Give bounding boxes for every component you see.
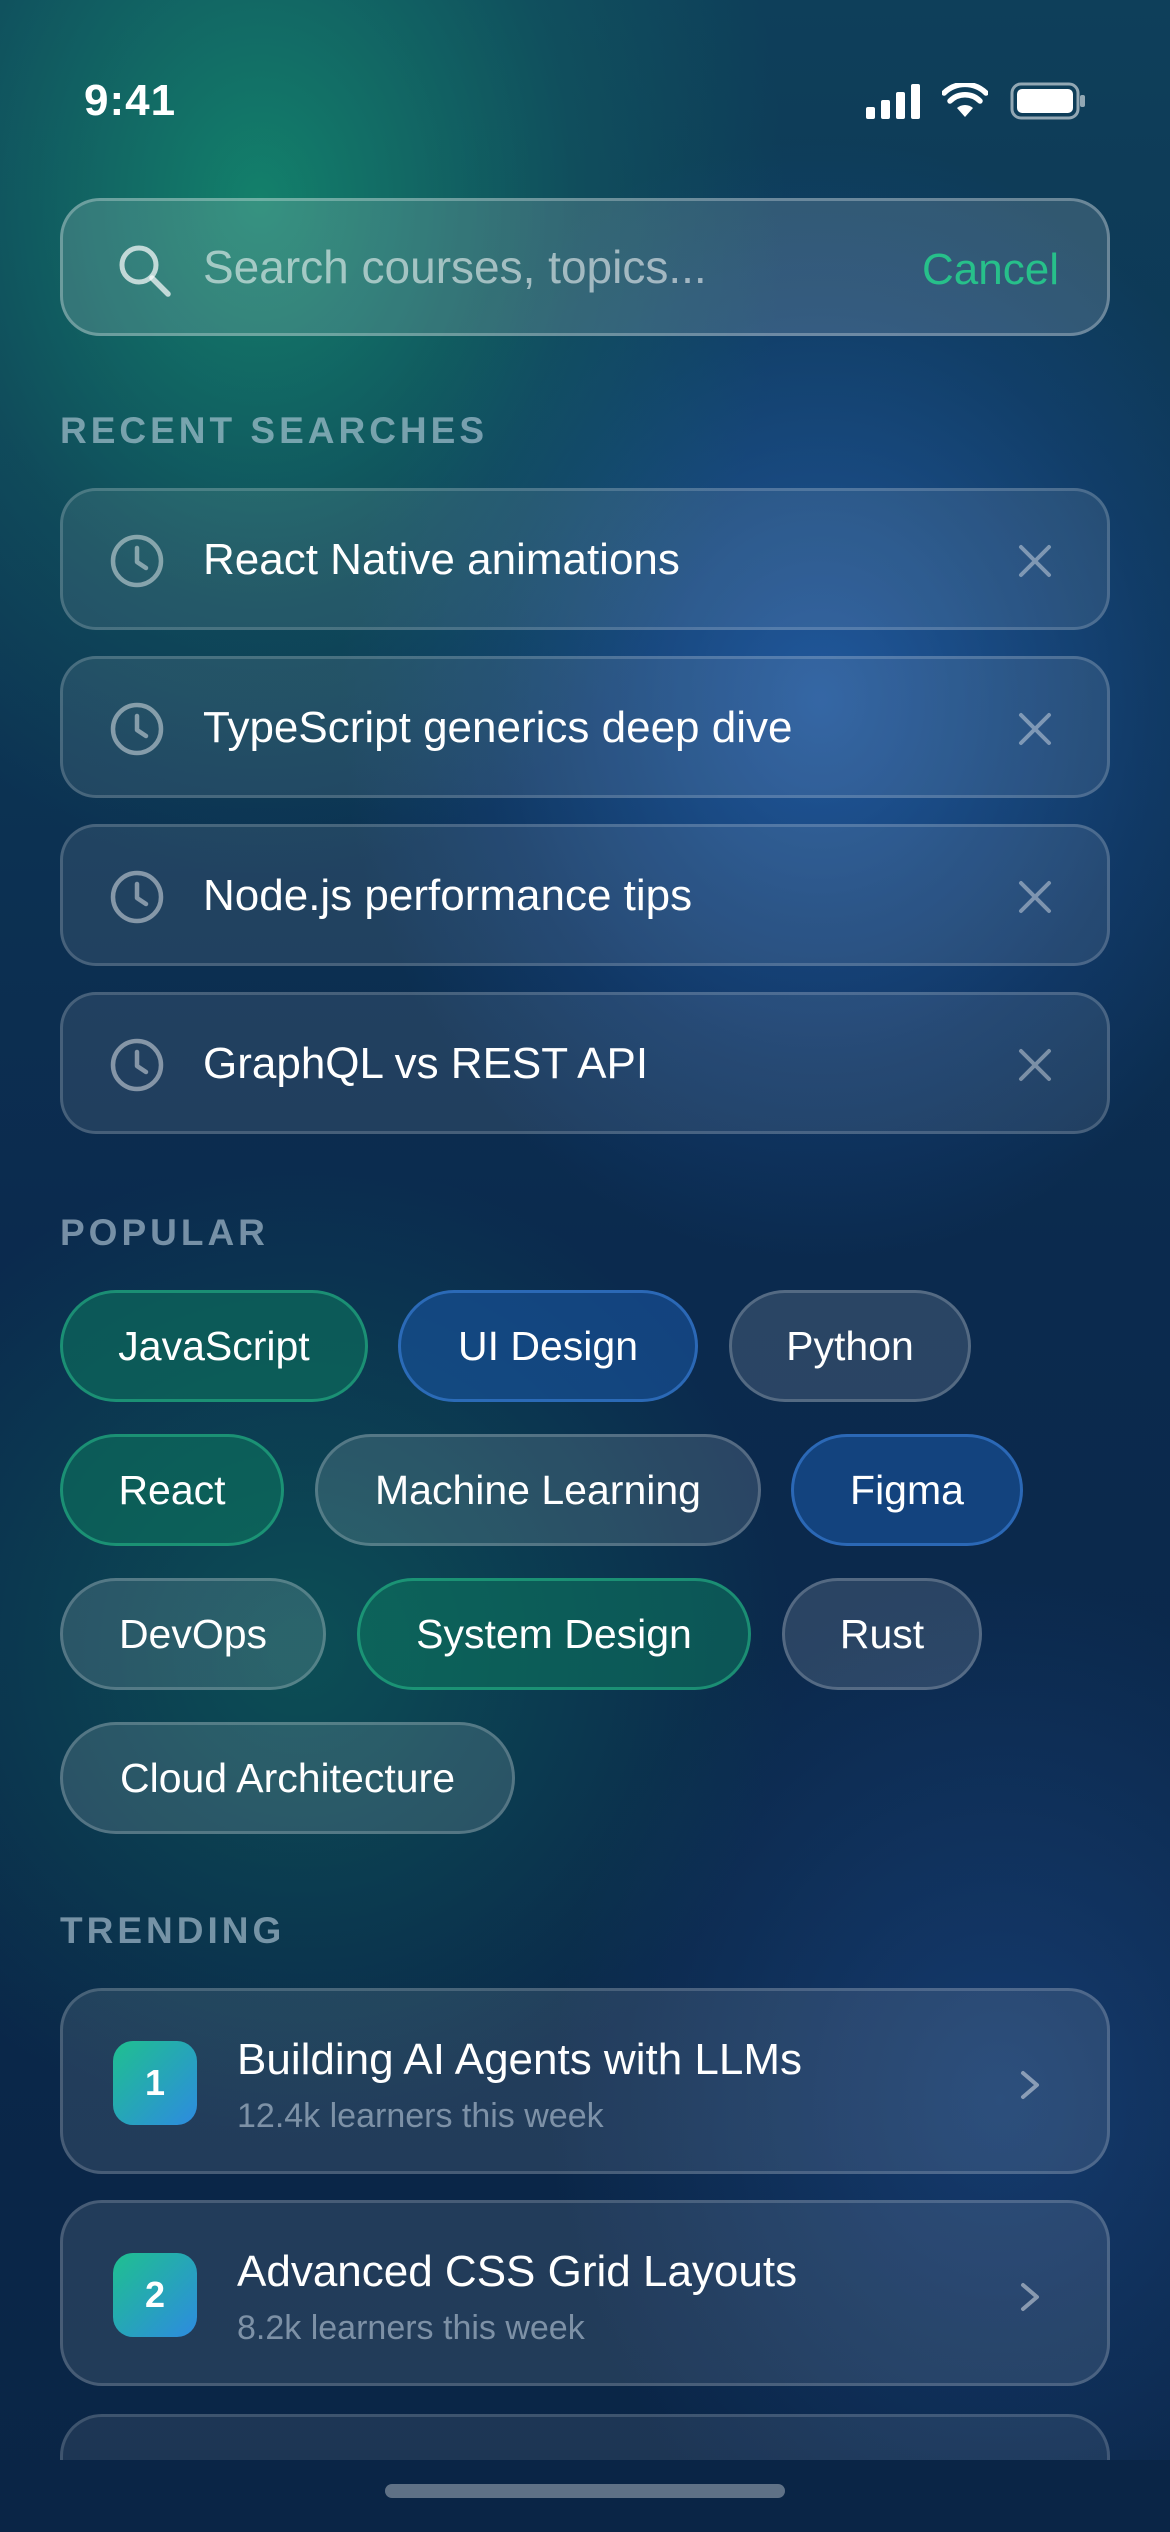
rank-badge: 2 (113, 2253, 197, 2337)
chip-ui-design[interactable]: UI Design (398, 1290, 698, 1402)
popular-title: POPULAR (60, 1212, 269, 1253)
recent-search-item[interactable]: GraphQL vs REST API (60, 992, 1110, 1134)
chip-devops[interactable]: DevOps (60, 1578, 326, 1690)
recent-search-label: React Native animations (203, 535, 680, 584)
trending-item[interactable]: 1 Building AI Agents with LLMs 12.4k lea… (60, 1988, 1110, 2174)
trending-item-title: Building AI Agents with LLMs (237, 2035, 802, 2084)
search-icon (119, 245, 171, 297)
trending-item-subtitle: 8.2k learners this week (237, 2309, 585, 2347)
chevron-right-icon (1021, 2283, 1039, 2311)
recent-search-item[interactable]: Node.js performance tips (60, 824, 1110, 966)
chip-machine-learning[interactable]: Machine Learning (315, 1434, 761, 1546)
clock-icon (110, 534, 164, 588)
chip-python[interactable]: Python (729, 1290, 971, 1402)
close-icon[interactable] (1015, 877, 1055, 917)
search-input[interactable] (203, 201, 903, 333)
chevron-right-icon (1021, 2071, 1039, 2099)
signal-icon (866, 83, 920, 119)
trending-item-title: Advanced CSS Grid Layouts (237, 2247, 798, 2296)
recent-search-label: Node.js performance tips (203, 871, 693, 920)
recent-search-label: GraphQL vs REST API (203, 1039, 649, 1088)
chip-figma[interactable]: Figma (791, 1434, 1023, 1546)
chip-javascript[interactable]: JavaScript (60, 1290, 368, 1402)
recent-search-item[interactable]: React Native animations (60, 488, 1110, 630)
recent-search-label: TypeScript generics deep dive (203, 703, 793, 752)
cancel-button[interactable]: Cancel (922, 245, 1059, 295)
close-icon[interactable] (1015, 709, 1055, 749)
search-bar[interactable]: Cancel (60, 198, 1110, 336)
status-time: 9:41 (84, 76, 177, 125)
chip-cloud-architecture[interactable]: Cloud Architecture (60, 1722, 515, 1834)
recent-search-item[interactable]: TypeScript generics deep dive (60, 656, 1110, 798)
home-indicator[interactable] (385, 2484, 785, 2498)
chip-rust[interactable]: Rust (782, 1578, 982, 1690)
rank-badge: 1 (113, 2041, 197, 2125)
close-icon[interactable] (1015, 541, 1055, 581)
clock-icon (110, 870, 164, 924)
recent-searches-title: RECENT SEARCHES (60, 410, 488, 451)
status-bar: 9:41 (0, 0, 1170, 200)
clock-icon (110, 702, 164, 756)
clock-icon (110, 1038, 164, 1092)
status-icons (866, 82, 1086, 120)
battery-icon (1010, 82, 1085, 120)
chip-react[interactable]: React (60, 1434, 284, 1546)
trending-title: TRENDING (60, 1910, 286, 1951)
wifi-icon (942, 83, 988, 117)
close-icon[interactable] (1015, 1045, 1055, 1085)
trending-item[interactable]: 2 Advanced CSS Grid Layouts 8.2k learner… (60, 2200, 1110, 2386)
trending-item-subtitle: 12.4k learners this week (237, 2097, 604, 2135)
chip-system-design[interactable]: System Design (357, 1578, 751, 1690)
